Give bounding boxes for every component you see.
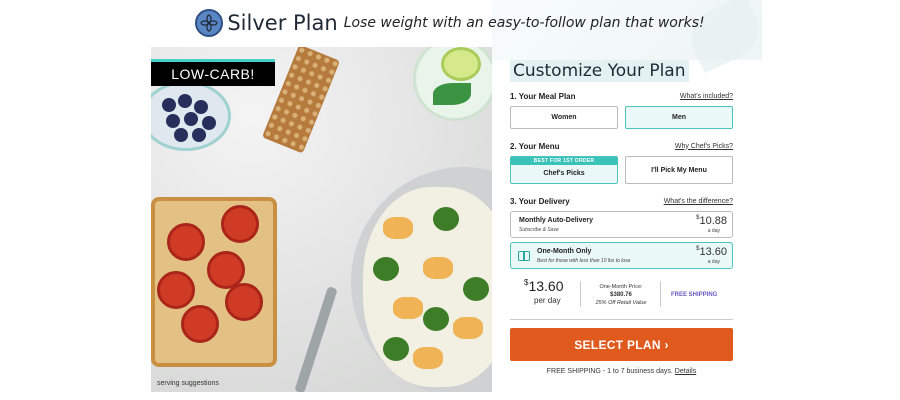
header: Silver Plan Lose weight with an easy-to-…	[0, 6, 900, 40]
step-delivery: 3. Your Delivery What's the difference?	[510, 195, 733, 207]
one-month-price: One-Month Price: $380.76 25% Off Retail …	[595, 284, 647, 306]
step-meal-plan: 1. Your Meal Plan What's included?	[510, 90, 733, 102]
mint-leaf	[433, 83, 471, 105]
divider	[580, 281, 581, 307]
tagline: Lose weight with an easy-to-follow plan …	[343, 15, 705, 31]
logo-icon	[195, 9, 224, 37]
step-menu: 2. Your Menu Why Chef's Picks?	[510, 140, 733, 152]
divider	[660, 281, 661, 307]
low-carb-badge: LOW-CARB!	[151, 59, 275, 86]
lime-slice	[441, 47, 481, 81]
page: Silver Plan Lose weight with an easy-to-…	[0, 0, 900, 400]
free-shipping-label: FREE SHIPPING	[671, 292, 718, 298]
whats-the-difference-link[interactable]: What's the difference?	[664, 198, 733, 205]
price-summary: $13.60 per day One-Month Price: $380.76 …	[510, 277, 733, 315]
best-first-order-tag: BEST FOR 1ST ORDER	[511, 157, 617, 165]
delivery-subtitle: Subscribe & Save	[519, 227, 559, 233]
shipping-note: FREE SHIPPING - 1 to 7 business days. De…	[546, 368, 697, 375]
step-label: 1. Your Meal Plan	[510, 91, 576, 101]
delivery-price: $10.88	[696, 215, 727, 227]
monthly-auto-delivery-option[interactable]: Monthly Auto-Delivery Subscribe & Save $…	[510, 211, 733, 238]
delivery-unit: a day	[707, 228, 720, 234]
customize-panel: Customize Your Plan 1. Your Meal Plan Wh…	[510, 60, 733, 375]
select-plan-button[interactable]: SELECT PLAN ›	[510, 328, 733, 361]
chefs-picks-label: Chef's Picks	[543, 170, 585, 177]
whats-included-link[interactable]: What's included?	[680, 93, 733, 100]
pick-my-menu-button[interactable]: I'll Pick My Menu	[625, 156, 733, 184]
step-label: 3. Your Delivery	[510, 196, 570, 206]
summary-per-day: per day	[534, 296, 561, 305]
hero-photo: LOW-CARB! serving suggestions	[151, 47, 492, 392]
delivery-price: $13.60	[696, 246, 727, 258]
summary-price: $13.60	[524, 278, 564, 294]
serving-caption: serving suggestions	[157, 380, 219, 387]
details-link[interactable]: Details	[675, 368, 696, 375]
flatbread	[151, 197, 277, 367]
women-option-button[interactable]: Women	[510, 106, 618, 129]
brand-name: Silver Plan	[227, 11, 338, 35]
flower-icon	[200, 14, 218, 32]
delivery-subtitle: Best for those with less than 10 lbs to …	[537, 258, 631, 264]
panel-title: Customize Your Plan	[510, 60, 689, 82]
delivery-title: Monthly Auto-Delivery	[519, 217, 594, 224]
gift-box-icon	[518, 251, 530, 261]
delivery-unit: a day	[707, 259, 720, 265]
chicken-broccoli	[363, 187, 492, 387]
divider	[510, 319, 733, 320]
step-label: 2. Your Menu	[510, 141, 560, 151]
men-option-button[interactable]: Men	[625, 106, 733, 129]
one-month-only-option[interactable]: One-Month Only Best for those with less …	[510, 242, 733, 269]
menu-options: BEST FOR 1ST ORDER Chef's Picks I'll Pic…	[510, 156, 733, 184]
chefs-picks-button[interactable]: BEST FOR 1ST ORDER Chef's Picks	[510, 156, 618, 184]
delivery-title: One-Month Only	[537, 248, 592, 255]
meal-plan-options: Women Men	[510, 106, 733, 129]
why-chefs-picks-link[interactable]: Why Chef's Picks?	[675, 143, 733, 150]
